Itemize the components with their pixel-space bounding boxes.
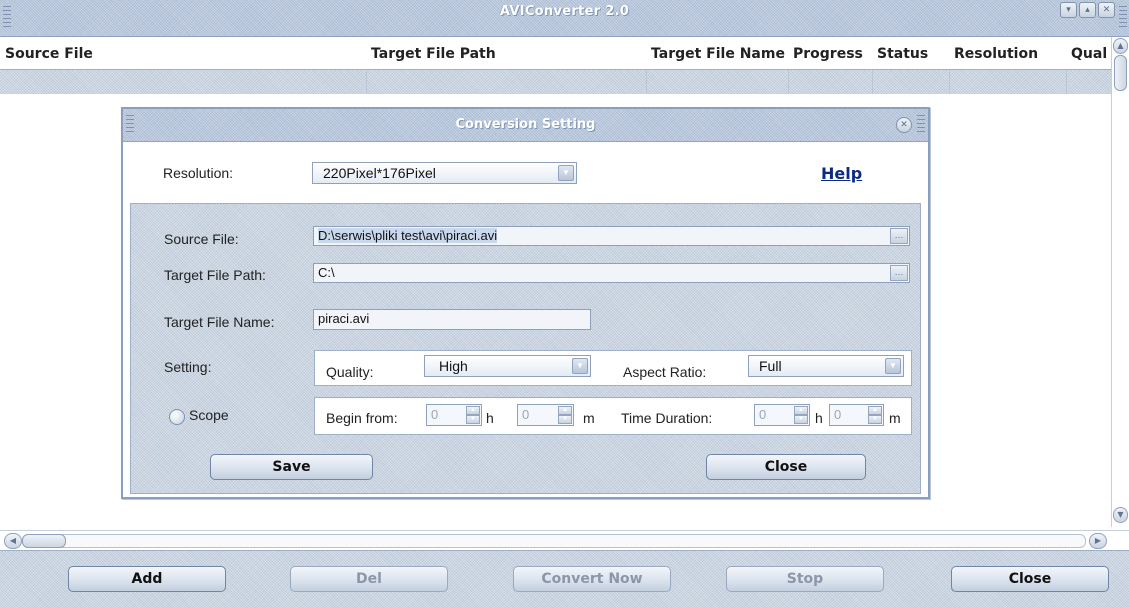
setting-group: Quality: High ▼ Aspect Ratio: Full ▼ <box>314 350 912 386</box>
browse-source-icon[interactable]: … <box>890 228 908 244</box>
begin-hours-unit: h <box>486 410 494 426</box>
duration-hours-spinner[interactable]: 0 ▲ ▼ <box>754 404 810 426</box>
duration-hours-value: 0 <box>759 407 767 422</box>
aspect-ratio-label: Aspect Ratio: <box>623 364 707 380</box>
target-path-field[interactable]: C:\ … <box>313 263 910 283</box>
window-controls: ▾ ▴ ✕ <box>1060 2 1115 18</box>
minimize-icon[interactable]: ▾ <box>1060 2 1077 18</box>
dialog-close-button[interactable]: Close <box>706 454 866 480</box>
table-cell <box>873 70 950 94</box>
spin-up-icon[interactable]: ▲ <box>558 406 572 415</box>
add-button[interactable]: Add <box>68 566 226 592</box>
target-path-value: C:\ <box>318 265 335 280</box>
column-target-file-path[interactable]: Target File Path <box>366 37 646 69</box>
settings-panel: Source File: D:\serwis\pliki test\avi\pi… <box>130 203 921 494</box>
app-title: AVIConverter 2.0 <box>499 4 630 19</box>
dialog-close-icon[interactable]: ✕ <box>896 117 912 133</box>
table-cell <box>367 70 647 94</box>
spin-up-icon[interactable]: ▲ <box>466 406 480 415</box>
convert-now-button[interactable]: Convert Now <box>513 566 671 592</box>
source-file-label: Source File: <box>164 231 239 247</box>
column-status[interactable]: Status <box>872 37 949 69</box>
vertical-scrollbar[interactable]: ▲ ▼ <box>1111 37 1129 527</box>
scroll-right-icon[interactable]: ▶ <box>1089 533 1107 549</box>
table-row[interactable] <box>0 70 1111 94</box>
target-path-label: Target File Path: <box>164 267 266 283</box>
dialog-grip-right <box>917 115 925 135</box>
conversion-setting-dialog: Conversion Setting ✕ Resolution: 220Pixe… <box>121 107 930 499</box>
scroll-corner <box>1111 531 1129 551</box>
scope-group: Begin from: 0 ▲ ▼ h 0 ▲ ▼ m Time Duratio… <box>314 397 912 435</box>
quality-select[interactable]: High ▼ <box>424 355 591 377</box>
help-link[interactable]: Help <box>821 164 862 183</box>
resolution-select[interactable]: 220Pixel*176Pixel ▼ <box>312 162 577 184</box>
begin-from-label: Begin from: <box>326 410 398 426</box>
duration-minutes-spinner[interactable]: 0 ▲ ▼ <box>829 404 884 426</box>
aspect-ratio-select[interactable]: Full ▼ <box>748 355 904 377</box>
table-cell <box>0 70 367 94</box>
table-cell <box>647 70 789 94</box>
column-resolution[interactable]: Resolution <box>949 37 1066 69</box>
dialog-title: Conversion Setting <box>455 117 596 132</box>
browse-target-icon[interactable]: … <box>890 265 908 281</box>
main-title-bar[interactable]: AVIConverter 2.0 ▾ ▴ ✕ <box>0 0 1129 37</box>
scope-label: Scope <box>189 407 229 423</box>
horizontal-scroll-thumb[interactable] <box>22 534 66 548</box>
resolution-value: 220Pixel*176Pixel <box>323 165 436 181</box>
spin-down-icon[interactable]: ▼ <box>558 415 572 424</box>
spin-up-icon[interactable]: ▲ <box>868 406 882 415</box>
column-target-file-name[interactable]: Target File Name <box>646 37 788 69</box>
begin-hours-spinner[interactable]: 0 ▲ ▼ <box>426 404 482 426</box>
scroll-down-icon[interactable]: ▼ <box>1113 507 1128 523</box>
title-grip-right <box>1119 6 1127 30</box>
column-source-file[interactable]: Source File <box>0 37 366 69</box>
horizontal-scroll-track[interactable] <box>22 534 1086 548</box>
source-file-value: D:\serwis\pliki test\avi\piraci.avi <box>318 228 498 243</box>
begin-hours-value: 0 <box>431 407 439 422</box>
column-quality[interactable]: Qual <box>1066 37 1111 69</box>
duration-minutes-value: 0 <box>834 407 842 422</box>
save-button[interactable]: Save <box>210 454 373 480</box>
chevron-down-icon[interactable]: ▼ <box>558 165 574 181</box>
spin-down-icon[interactable]: ▼ <box>466 415 480 424</box>
duration-minutes-unit: m <box>889 410 901 426</box>
spin-up-icon[interactable]: ▲ <box>794 406 808 415</box>
vertical-scroll-thumb[interactable] <box>1114 55 1127 91</box>
setting-label: Setting: <box>164 359 212 375</box>
begin-minutes-spinner[interactable]: 0 ▲ ▼ <box>517 404 574 426</box>
close-app-button[interactable]: Close <box>951 566 1109 592</box>
chevron-down-icon[interactable]: ▼ <box>885 358 901 374</box>
bottom-toolbar: Add Del Convert Now Stop Close <box>0 550 1129 608</box>
scroll-up-icon[interactable]: ▲ <box>1113 38 1128 54</box>
column-progress[interactable]: Progress <box>788 37 872 69</box>
target-name-label: Target File Name: <box>164 314 275 330</box>
time-duration-label: Time Duration: <box>621 410 713 426</box>
source-file-field[interactable]: D:\serwis\pliki test\avi\piraci.avi … <box>313 226 910 246</box>
maximize-icon[interactable]: ▴ <box>1079 2 1096 18</box>
begin-minutes-unit: m <box>583 410 595 426</box>
del-button[interactable]: Del <box>290 566 448 592</box>
file-table-header: Source File Target File Path Target File… <box>0 37 1111 70</box>
quality-label: Quality: <box>326 364 374 380</box>
begin-minutes-value: 0 <box>522 407 530 422</box>
spin-down-icon[interactable]: ▼ <box>868 415 882 424</box>
scroll-left-icon[interactable]: ◀ <box>4 533 22 549</box>
horizontal-scrollbar[interactable]: ◀ ▶ <box>0 530 1129 551</box>
scope-radio[interactable] <box>169 409 185 425</box>
target-name-input[interactable]: piraci.avi <box>313 309 591 330</box>
chevron-down-icon[interactable]: ▼ <box>572 358 588 374</box>
aspect-ratio-value: Full <box>759 358 782 374</box>
resolution-label: Resolution: <box>163 165 234 181</box>
duration-hours-unit: h <box>815 410 823 426</box>
quality-value: High <box>439 358 468 374</box>
table-cell <box>789 70 873 94</box>
table-cell <box>950 70 1067 94</box>
stop-button[interactable]: Stop <box>726 566 884 592</box>
dialog-title-bar[interactable]: Conversion Setting ✕ <box>123 109 928 142</box>
spin-down-icon[interactable]: ▼ <box>794 415 808 424</box>
close-icon[interactable]: ✕ <box>1098 2 1115 18</box>
